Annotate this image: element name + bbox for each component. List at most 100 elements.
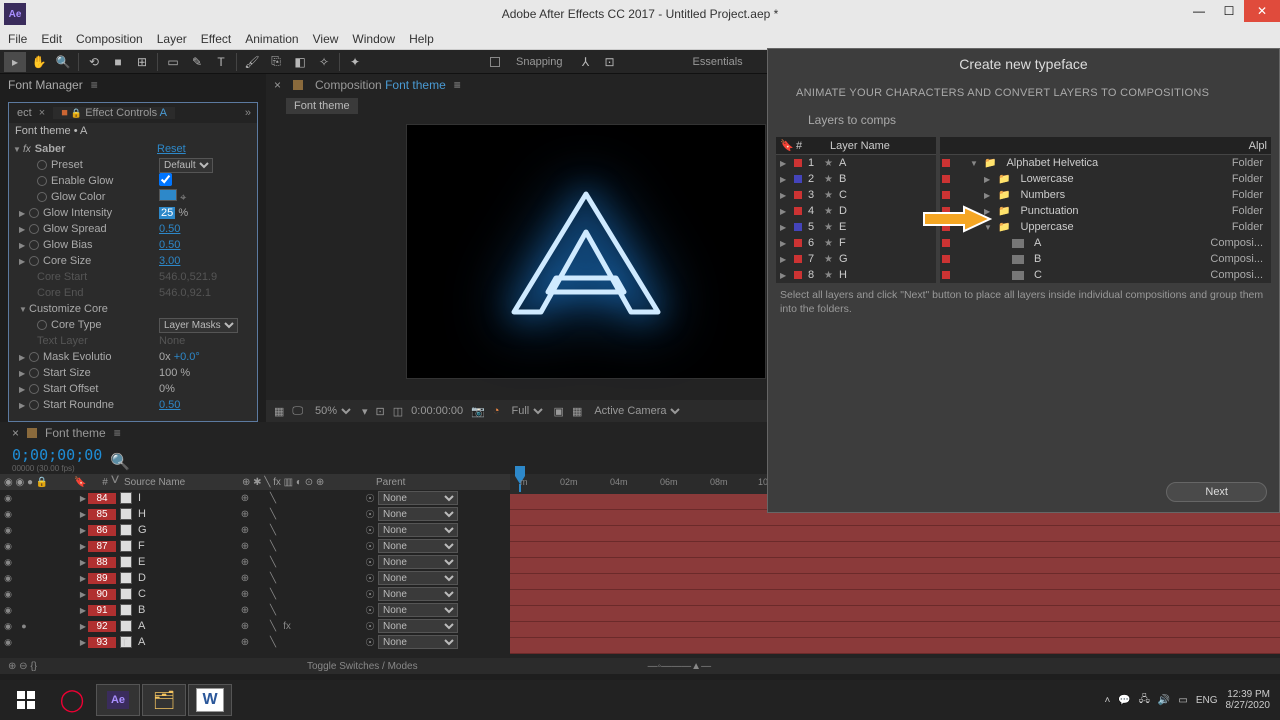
stopwatch-icon[interactable]	[37, 176, 47, 186]
close-tab-icon[interactable]: ×	[274, 78, 281, 92]
text-tool-icon[interactable]: T	[210, 52, 232, 72]
battery-icon[interactable]: ▭	[1178, 695, 1187, 706]
search-icon[interactable]: 🔍˅	[110, 452, 124, 466]
channel-icon[interactable]: ◔	[493, 405, 500, 417]
layer-row[interactable]: ▶2★B	[776, 171, 936, 187]
close-tab-icon[interactable]: ×	[12, 426, 19, 440]
volume-icon[interactable]: 🔊	[1158, 695, 1170, 706]
menu-animation[interactable]: Animation	[245, 32, 298, 46]
hand-tool-icon[interactable]: ✋	[28, 52, 50, 72]
clone-tool-icon[interactable]: ⎘	[265, 52, 287, 72]
roto-tool-icon[interactable]: ✧	[313, 52, 335, 72]
stopwatch-icon[interactable]	[29, 240, 39, 250]
rect-tool-icon[interactable]: ▭	[162, 52, 184, 72]
folder-row[interactable]: ▶📁NumbersFolder	[940, 187, 1271, 203]
maximize-button[interactable]: ☐	[1214, 0, 1244, 22]
minimize-button[interactable]: —	[1184, 0, 1214, 22]
layer-row[interactable]: ▶1★A	[776, 155, 936, 171]
stopwatch-icon[interactable]	[37, 160, 47, 170]
core-type-select[interactable]: Layer Masks	[159, 318, 238, 333]
comp-breadcrumb[interactable]: Font theme	[286, 98, 358, 114]
pen-tool-icon[interactable]: ✎	[186, 52, 208, 72]
stopwatch-icon[interactable]	[29, 384, 39, 394]
eyedropper-icon[interactable]: ⌖	[180, 192, 186, 204]
core-size-value[interactable]: 3.00	[159, 255, 180, 267]
stopwatch-icon[interactable]	[37, 320, 47, 330]
project-tab[interactable]: ect ×	[9, 107, 53, 119]
close-button[interactable]: ✕	[1244, 0, 1280, 22]
zoom-select[interactable]: 50%	[311, 404, 354, 418]
current-time[interactable]: 0;00;00;00	[12, 446, 102, 464]
folder-row[interactable]: ▶📁LowercaseFolder	[940, 171, 1271, 187]
next-button[interactable]: Next	[1166, 482, 1267, 502]
layer-row[interactable]: ▶8★H	[776, 267, 936, 283]
orbit-tool-icon[interactable]: ⟲	[83, 52, 105, 72]
snap-icon[interactable]: ⅄	[575, 52, 597, 72]
panel-menu-icon[interactable]: ≡	[91, 78, 98, 92]
zoom-slider[interactable]: —◦———▲—	[648, 661, 711, 672]
folder-row[interactable]: BComposi...	[940, 251, 1271, 267]
layer-row[interactable]: ▶6★F	[776, 235, 936, 251]
workspace-label[interactable]: Essentials	[683, 56, 753, 68]
start-button[interactable]	[4, 684, 48, 716]
menu-view[interactable]: View	[313, 32, 339, 46]
color-swatch[interactable]	[159, 189, 177, 201]
stopwatch-icon[interactable]	[29, 208, 39, 218]
roi-icon[interactable]: ▣	[554, 405, 564, 418]
opera-icon[interactable]: ◯	[50, 684, 94, 716]
action-center-icon[interactable]: 💬	[1118, 695, 1130, 706]
enable-glow-checkbox[interactable]	[159, 173, 172, 186]
network-icon[interactable]: 🖧	[1139, 692, 1150, 709]
layer-row[interactable]: ▶5★E	[776, 219, 936, 235]
zoom-tool-icon[interactable]: 🔍	[52, 52, 74, 72]
menu-edit[interactable]: Edit	[41, 32, 62, 46]
snapshot-icon[interactable]: 📷	[471, 405, 485, 418]
menu-layer[interactable]: Layer	[157, 32, 187, 46]
glow-spread-value[interactable]: 0.50	[159, 223, 180, 235]
menu-effect[interactable]: Effect	[201, 32, 231, 46]
panel-menu-icon[interactable]: ≡	[114, 426, 121, 440]
stopwatch-icon[interactable]	[29, 256, 39, 266]
effect-name[interactable]: Saber	[35, 143, 66, 155]
after-effects-taskbar-icon[interactable]: Ae	[96, 684, 140, 716]
timeline-tab[interactable]: Font theme	[45, 426, 106, 440]
stopwatch-icon[interactable]	[29, 224, 39, 234]
camera-select[interactable]: Active Camera	[590, 404, 683, 418]
folder-row[interactable]: CComposi...	[940, 267, 1271, 283]
menu-file[interactable]: File	[8, 32, 27, 46]
menu-window[interactable]: Window	[352, 32, 395, 46]
word-icon[interactable]: W	[188, 684, 232, 716]
glow-intensity-value[interactable]: 25	[159, 207, 175, 219]
mask-icon[interactable]: ◫	[393, 405, 403, 418]
eraser-tool-icon[interactable]: ◧	[289, 52, 311, 72]
folder-row[interactable]: ▼📁Alphabet HelveticaFolder	[940, 155, 1271, 171]
stopwatch-icon[interactable]	[37, 192, 47, 202]
panel-overflow-icon[interactable]: »	[245, 107, 257, 119]
layer-row[interactable]: ▶7★G	[776, 251, 936, 267]
panel-menu-icon[interactable]: ≡	[454, 78, 461, 92]
stopwatch-icon[interactable]	[29, 400, 39, 410]
selection-tool-icon[interactable]: ▸	[4, 52, 26, 72]
tray-overflow-icon[interactable]: ˄	[1104, 695, 1110, 706]
clock[interactable]: 12:39 PM8/27/2020	[1226, 689, 1271, 711]
font-manager-panel[interactable]: Font Manager	[8, 78, 83, 92]
pan-behind-tool-icon[interactable]: ⊞	[131, 52, 153, 72]
layer-row[interactable]: ▶4★D	[776, 203, 936, 219]
effect-controls-tab[interactable]: ■ 🔒 Effect Controls A	[53, 107, 175, 119]
language-indicator[interactable]: ENG	[1196, 695, 1218, 706]
explorer-icon[interactable]: 🗂	[142, 684, 186, 716]
layers-list[interactable]: 🔖#Layer Name ▶1★A▶2★B▶3★C▶4★D▶5★E▶6★F▶7★…	[776, 137, 936, 283]
reset-link[interactable]: Reset	[157, 143, 186, 155]
composition-viewport[interactable]	[406, 124, 766, 379]
transparency-icon[interactable]: ▦	[572, 405, 582, 418]
grid-icon[interactable]: ▦	[274, 405, 284, 418]
preset-select[interactable]: Default	[159, 158, 213, 173]
menu-help[interactable]: Help	[409, 32, 434, 46]
brush-tool-icon[interactable]: 🖌	[241, 52, 263, 72]
resolution-select[interactable]: Full	[508, 404, 546, 418]
customize-core-group[interactable]: Customize Core	[29, 303, 108, 315]
stopwatch-icon[interactable]	[29, 368, 39, 378]
display-icon[interactable]: 🖵	[292, 405, 303, 418]
snapping-checkbox[interactable]	[490, 57, 500, 67]
snap-option-icon[interactable]: ⊡	[599, 52, 621, 72]
